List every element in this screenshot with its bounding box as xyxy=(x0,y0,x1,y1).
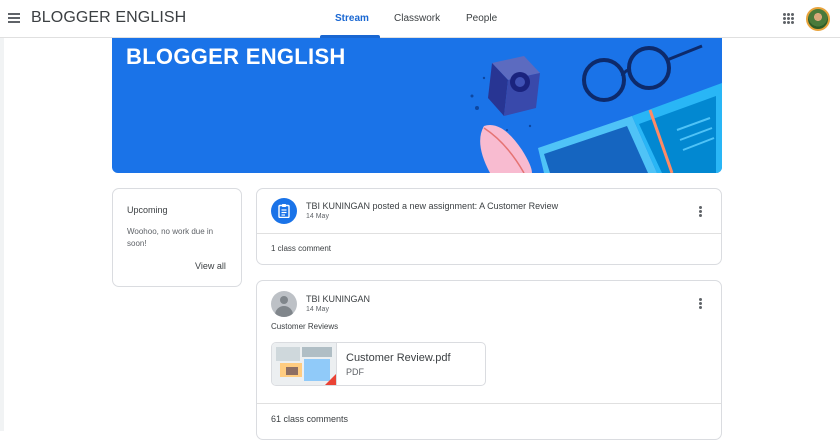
card-divider xyxy=(257,233,721,234)
more-options-icon[interactable] xyxy=(695,206,705,220)
class-comments-link[interactable]: 61 class comments xyxy=(271,414,348,424)
post-date: 14 May xyxy=(306,213,329,220)
left-scroll-strip xyxy=(0,38,4,431)
post-text: Customer Reviews xyxy=(271,322,339,331)
class-comments-link[interactable]: 1 class comment xyxy=(271,244,331,253)
card-divider xyxy=(257,403,721,404)
post-date: 14 May xyxy=(306,306,329,313)
attachment-type: PDF xyxy=(346,367,364,377)
top-app-bar: BLOGGER ENGLISH Stream Classwork People xyxy=(0,0,840,38)
view-all-link[interactable]: View all xyxy=(195,261,226,271)
banner-title: BLOGGER ENGLISH xyxy=(126,44,346,69)
upcoming-card: Upcoming Woohoo, no work due in soon! Vi… xyxy=(112,188,242,287)
google-apps-icon[interactable] xyxy=(783,13,794,24)
attachment-thumbnail xyxy=(272,343,337,385)
assignment-post-card[interactable]: TBI KUNINGAN posted a new assignment: A … xyxy=(256,188,722,265)
tab-people[interactable]: People xyxy=(466,13,497,24)
more-options-icon[interactable] xyxy=(695,298,705,312)
assignment-post-title[interactable]: TBI KUNINGAN posted a new assignment: A … xyxy=(306,201,558,211)
attachment-name: Customer Review.pdf xyxy=(346,352,451,364)
post-author: TBI KUNINGAN xyxy=(306,294,371,304)
account-avatar[interactable] xyxy=(806,7,830,31)
tab-stream[interactable]: Stream xyxy=(335,13,369,24)
hamburger-menu-icon[interactable] xyxy=(8,13,20,23)
user-avatar-icon xyxy=(271,291,297,317)
upcoming-title: Upcoming xyxy=(127,205,168,215)
pdf-attachment[interactable]: Customer Review.pdf PDF xyxy=(271,342,486,386)
upcoming-message: Woohoo, no work due in soon! xyxy=(127,227,214,248)
tab-classwork[interactable]: Classwork xyxy=(394,13,440,24)
announcement-post-card: TBI KUNINGAN 14 May Customer Reviews Cus… xyxy=(256,280,722,440)
class-title[interactable]: BLOGGER ENGLISH xyxy=(31,9,186,27)
assignment-icon xyxy=(271,198,297,224)
class-banner: BLOGGER ENGLISH xyxy=(112,38,722,173)
